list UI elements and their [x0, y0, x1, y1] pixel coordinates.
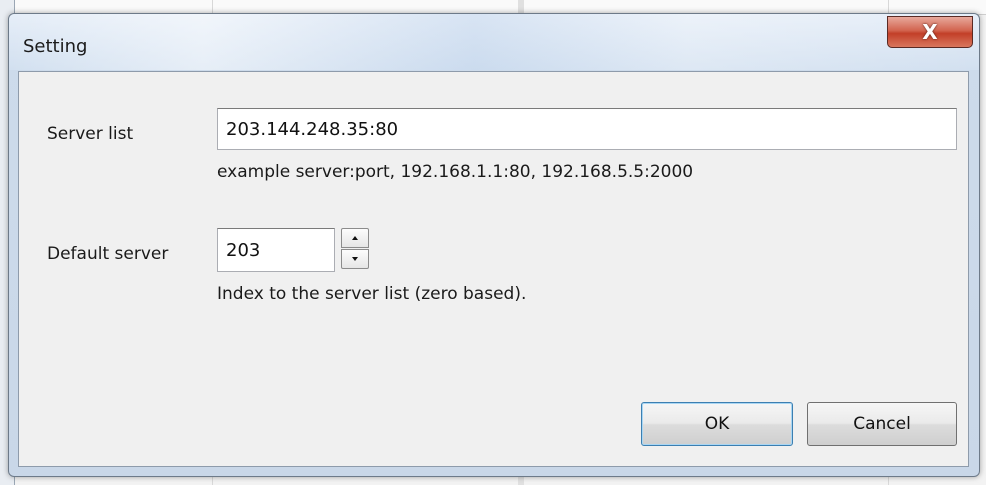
stepper-up-button[interactable]	[341, 228, 369, 248]
settings-dialog: Setting X Server list example server:por…	[8, 13, 980, 477]
default-server-stepper[interactable]	[341, 228, 369, 270]
close-button[interactable]: X	[887, 16, 973, 48]
dialog-titlebar[interactable]: Setting X	[9, 14, 979, 70]
ok-button[interactable]: OK	[641, 402, 793, 446]
dialog-client-area: Server list example server:port, 192.168…	[18, 71, 969, 467]
close-icon: X	[922, 20, 938, 44]
default-server-input[interactable]	[217, 228, 335, 272]
dialog-title: Setting	[23, 36, 88, 57]
stepper-down-button[interactable]	[341, 249, 369, 269]
arrow-down-icon	[352, 257, 358, 261]
default-server-label: Default server	[47, 244, 169, 264]
server-list-hint: example server:port, 192.168.1.1:80, 192…	[217, 162, 694, 182]
default-server-hint: Index to the server list (zero based).	[217, 284, 527, 304]
cancel-button[interactable]: Cancel	[807, 402, 957, 446]
server-list-label: Server list	[47, 124, 134, 144]
server-list-input[interactable]	[217, 108, 957, 150]
arrow-up-icon	[352, 236, 358, 240]
